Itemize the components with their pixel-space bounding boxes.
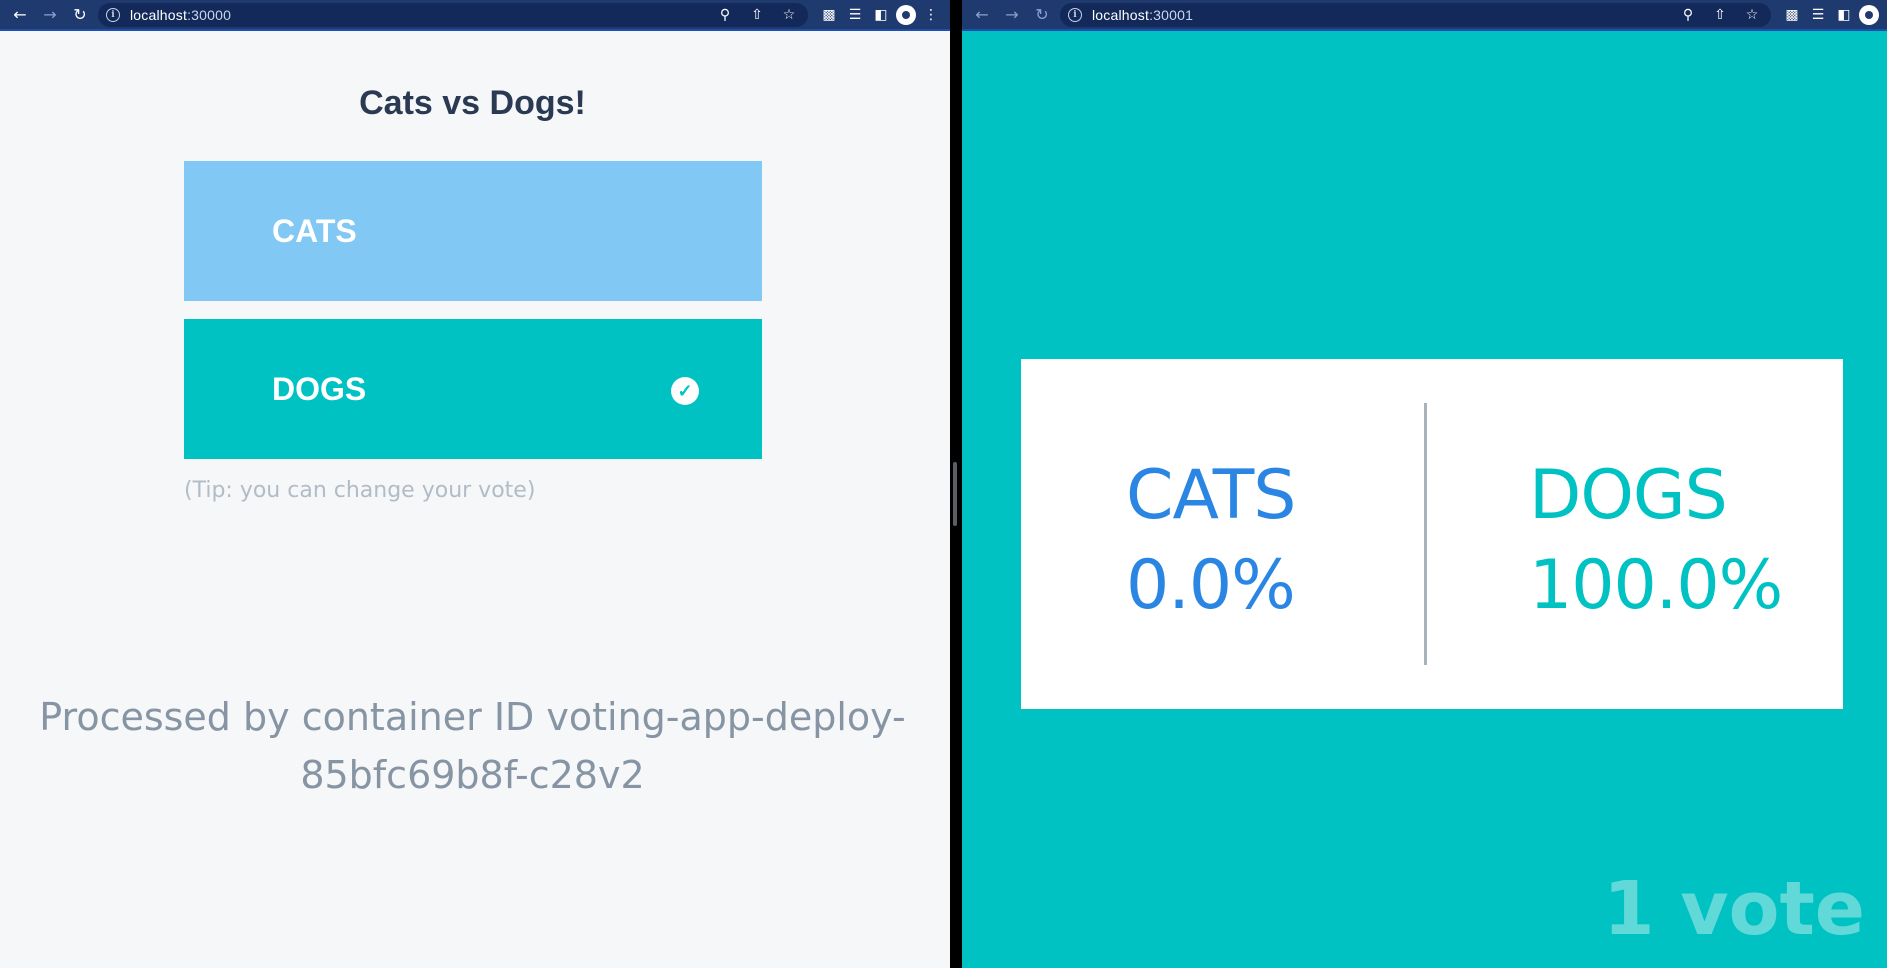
- forward-arrow-icon[interactable]: →: [38, 3, 62, 27]
- result-card: CATS 0.0% DOGS 100.0%: [1021, 359, 1843, 709]
- share-icon[interactable]: ⇧: [1709, 4, 1731, 26]
- vote-browser-window: ← → ↻ i localhost:30000 ⚲ ⇧ ☆ ▩ ☰ ◧ ⋮ Ca…: [0, 0, 950, 968]
- zoom-icon[interactable]: ⚲: [1677, 4, 1699, 26]
- check-circle-icon: ✓: [671, 377, 699, 405]
- result-dogs-label: DOGS: [1529, 456, 1728, 535]
- url-port: :30001: [1149, 6, 1194, 23]
- zoom-icon[interactable]: ⚲: [714, 4, 736, 26]
- kebab-menu-icon[interactable]: ⋮: [920, 4, 942, 26]
- address-bar[interactable]: i localhost:30001 ⚲ ⇧ ☆: [1060, 2, 1771, 27]
- browser-toolbar: ← → ↻ i localhost:30001 ⚲ ⇧ ☆ ▩ ☰ ◧: [962, 0, 1887, 31]
- url-port: :30000: [187, 6, 232, 23]
- vote-cats-label: CATS: [272, 212, 357, 249]
- avatar-icon[interactable]: [896, 4, 916, 25]
- info-icon[interactable]: i: [1068, 7, 1082, 22]
- star-icon[interactable]: ☆: [1741, 4, 1763, 26]
- toolbar-icons: ▩ ☰ ◧: [1771, 4, 1887, 26]
- split-resize-handle[interactable]: [953, 462, 957, 526]
- result-dogs-percent: 100.0%: [1529, 546, 1783, 625]
- result-cats-percent: 0.0%: [1126, 546, 1296, 625]
- url-host: localhost: [130, 6, 188, 23]
- reload-icon[interactable]: ↻: [1030, 3, 1054, 27]
- info-icon[interactable]: i: [106, 7, 120, 22]
- star-icon[interactable]: ☆: [778, 4, 800, 26]
- puzzle-icon[interactable]: ▩: [818, 4, 840, 26]
- side-panel-icon[interactable]: ◧: [1833, 4, 1855, 26]
- nav-buttons: ← → ↻: [962, 3, 1054, 27]
- result-browser-window: ← → ↻ i localhost:30001 ⚲ ⇧ ☆ ▩ ☰ ◧ CATS…: [962, 0, 1887, 968]
- toolbar-icons: ▩ ☰ ◧ ⋮: [808, 4, 950, 26]
- url-text[interactable]: localhost:30000: [130, 7, 231, 23]
- vote-tip: (Tip: you can change your vote): [184, 478, 536, 503]
- back-arrow-icon[interactable]: ←: [970, 3, 994, 27]
- omnibox-actions: ⚲ ⇧ ☆: [714, 4, 800, 26]
- vote-dogs-button[interactable]: DOGS ✓: [184, 319, 762, 459]
- result-dogs: DOGS 100.0%: [1529, 451, 1783, 631]
- vote-count: 1 vote: [1603, 866, 1865, 952]
- browser-toolbar: ← → ↻ i localhost:30000 ⚲ ⇧ ☆ ▩ ☰ ◧ ⋮: [0, 0, 950, 31]
- reading-list-icon[interactable]: ☰: [1807, 4, 1829, 26]
- omnibox-actions: ⚲ ⇧ ☆: [1677, 4, 1763, 26]
- reload-icon[interactable]: ↻: [68, 3, 92, 27]
- url-text[interactable]: localhost:30001: [1092, 7, 1193, 23]
- side-panel-icon[interactable]: ◧: [870, 4, 892, 26]
- avatar-icon[interactable]: [1859, 4, 1879, 25]
- result-divider: [1424, 403, 1427, 665]
- page-title: Cats vs Dogs!: [359, 84, 586, 122]
- puzzle-icon[interactable]: ▩: [1781, 4, 1803, 26]
- address-bar[interactable]: i localhost:30000 ⚲ ⇧ ☆: [98, 2, 808, 27]
- back-arrow-icon[interactable]: ←: [8, 3, 32, 27]
- reading-list-icon[interactable]: ☰: [844, 4, 866, 26]
- nav-buttons: ← → ↻: [0, 3, 92, 27]
- forward-arrow-icon[interactable]: →: [1000, 3, 1024, 27]
- container-id-text: Processed by container ID voting-app-dep…: [39, 695, 906, 797]
- url-host: localhost: [1092, 6, 1150, 23]
- result-cats: CATS 0.0%: [1126, 451, 1296, 631]
- vote-cats-button[interactable]: CATS: [184, 161, 762, 301]
- vote-dogs-label: DOGS: [272, 370, 367, 407]
- share-icon[interactable]: ⇧: [746, 4, 768, 26]
- result-cats-label: CATS: [1126, 456, 1296, 535]
